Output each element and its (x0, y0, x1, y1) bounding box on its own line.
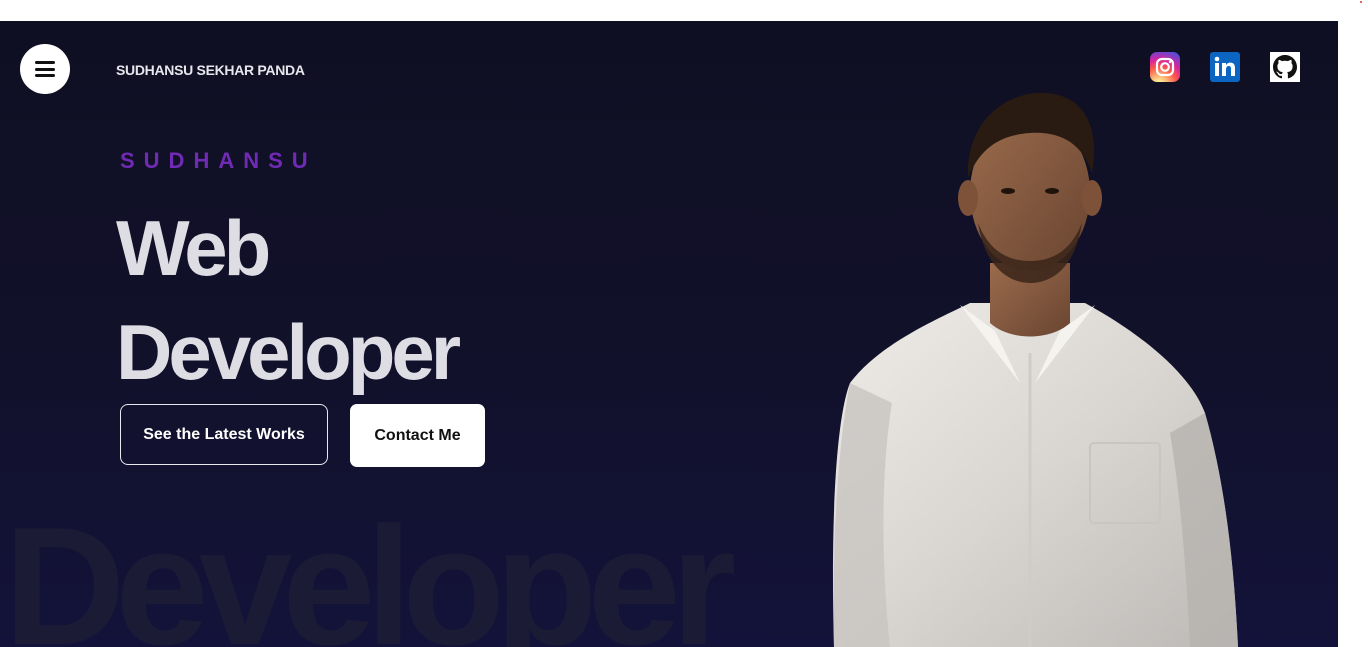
contact-me-button[interactable]: Contact Me (350, 404, 485, 467)
see-latest-works-button[interactable]: See the Latest Works (120, 404, 328, 465)
background-watermark-text: Developer (4, 492, 736, 647)
linkedin-icon[interactable] (1210, 52, 1240, 82)
hero-section: Developer SUDHANSU SEKHAR PANDA SUDHANSU… (0, 21, 1338, 647)
social-links (1150, 52, 1300, 82)
instagram-icon[interactable] (1150, 52, 1180, 82)
hero-eyebrow: SUDHANSU (120, 148, 317, 173)
menu-button[interactable] (20, 44, 70, 94)
hamburger-menu-icon (35, 61, 55, 77)
browser-top-strip (0, 0, 1368, 21)
person-portrait (832, 92, 1238, 647)
scrollbar-track[interactable] (1338, 0, 1368, 647)
site-name[interactable]: SUDHANSU SEKHAR PANDA (116, 62, 305, 78)
indicator-dot (1360, 1, 1362, 3)
github-icon[interactable] (1270, 52, 1300, 82)
headline-line-2: Developer (116, 308, 461, 396)
hero-headline: Web Developer (116, 196, 461, 404)
headline-line-1: Web (116, 204, 271, 292)
